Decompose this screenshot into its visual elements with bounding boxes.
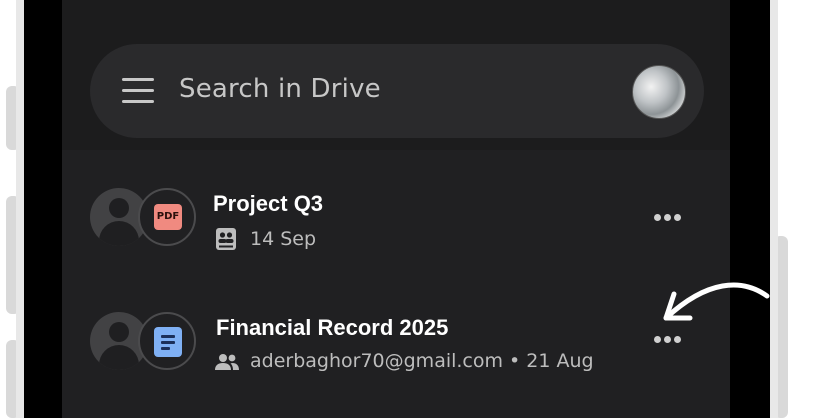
file-row-project-q3[interactable]: PDF Project Q3 14 Sep xyxy=(62,160,730,270)
more-horizontal-icon[interactable] xyxy=(654,214,684,222)
doc-badge xyxy=(154,327,182,357)
file-meta: 14 Sep xyxy=(250,228,317,250)
drive-screen: Search in Drive PDF Project Q3 14 Sep Fi… xyxy=(62,0,730,418)
file-meta: aderbaghor70@gmail.com • 21 Aug xyxy=(250,350,594,372)
more-horizontal-icon[interactable] xyxy=(654,336,684,344)
shared-drive-icon xyxy=(216,228,236,250)
file-title: Financial Record 2025 xyxy=(216,315,449,340)
hamburger-menu-icon[interactable] xyxy=(122,78,154,104)
search-bar[interactable]: Search in Drive xyxy=(90,44,704,138)
people-icon xyxy=(215,354,239,370)
search-input[interactable]: Search in Drive xyxy=(179,74,381,104)
pdf-file-icon: PDF xyxy=(138,188,196,246)
file-row-financial-record-2025[interactable]: Financial Record 2025 aderbaghor70@gmail… xyxy=(62,284,730,394)
pdf-badge: PDF xyxy=(154,204,182,230)
file-title: Project Q3 xyxy=(213,191,324,216)
annotation-arrow-icon xyxy=(663,282,770,321)
docs-file-icon xyxy=(138,312,196,370)
account-avatar[interactable] xyxy=(632,65,686,119)
